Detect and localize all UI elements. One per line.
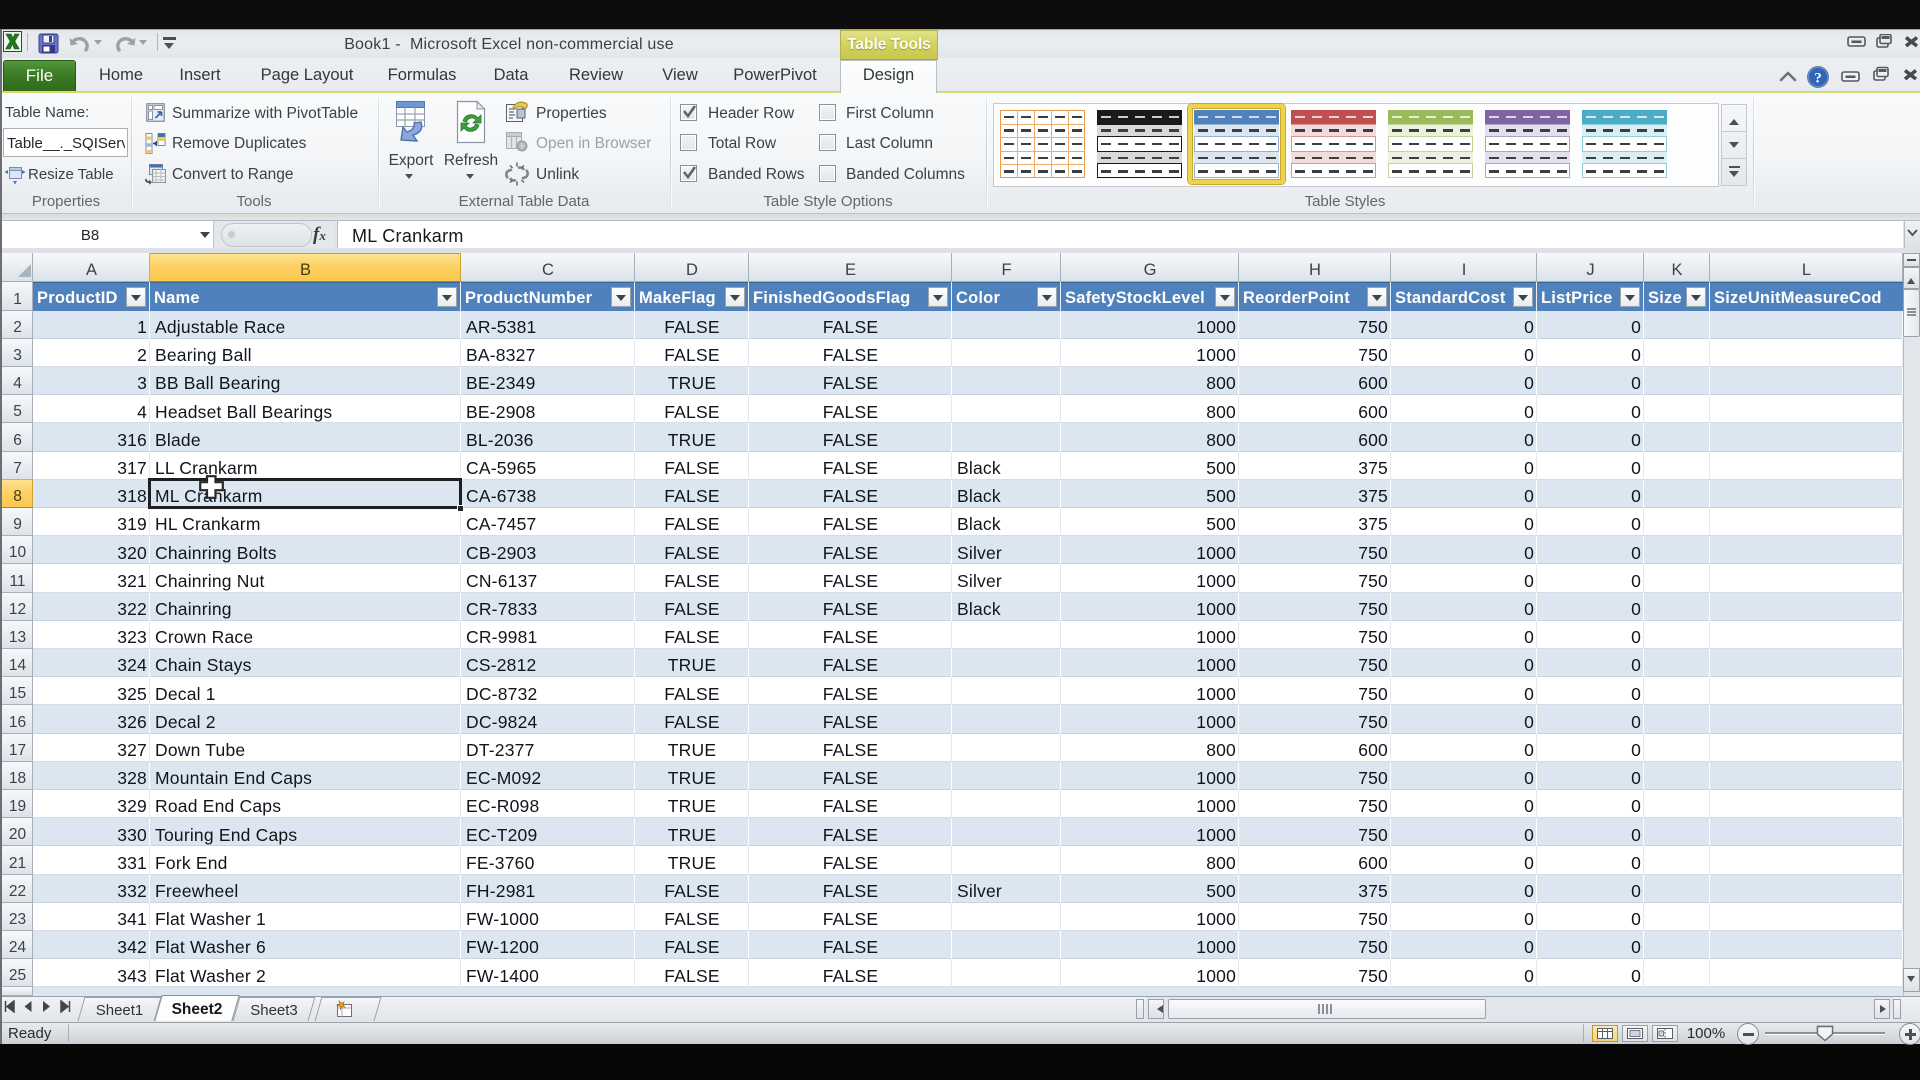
svg-text:?: ? [1814,71,1822,87]
